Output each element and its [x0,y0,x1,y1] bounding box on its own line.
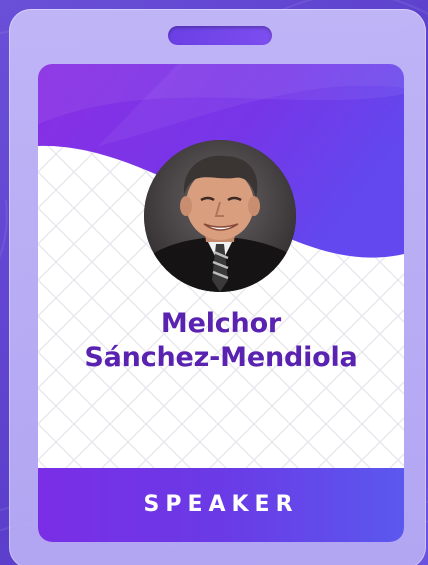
role-label: SPEAKER [143,492,299,517]
lanyard-slot [168,26,272,45]
role-banner: SPEAKER [38,468,404,542]
speaker-badge-card: Melchor Sánchez-Mendiola SPEAKER [38,64,404,542]
person-portrait-icon [144,140,296,292]
speaker-name-first: Melchor [160,308,282,339]
speaker-photo [144,140,296,292]
speaker-name-last: Sánchez-Mendiola [84,342,358,373]
